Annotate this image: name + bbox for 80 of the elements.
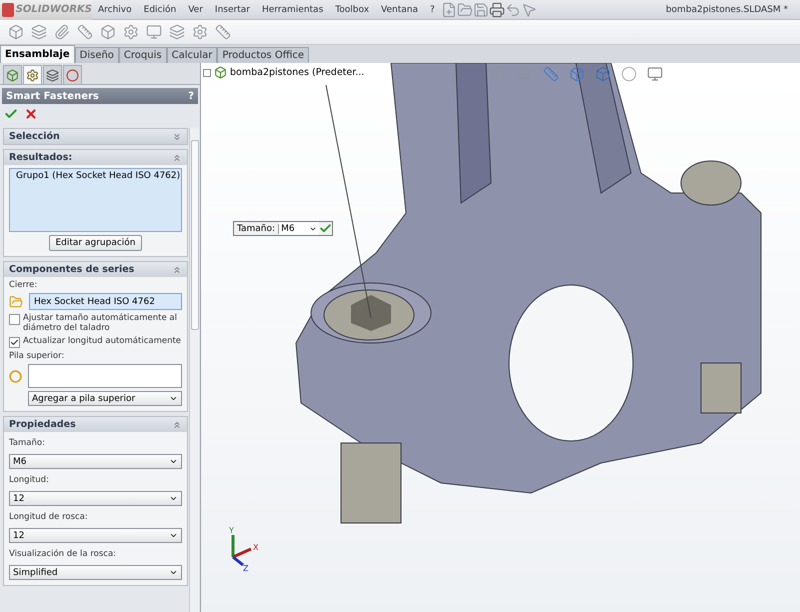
paperclip-icon[interactable]	[54, 24, 70, 40]
results-list[interactable]: Grupo1 (Hex Socket Head ISO 4762)	[9, 168, 182, 232]
checkbox-label: Ajustar tamaño automáticamente al diámetro del taladro	[23, 313, 178, 333]
menu-item[interactable]: Edición	[138, 4, 182, 14]
expand-icon[interactable]	[172, 132, 182, 142]
property-dropdown[interactable]: Simplified	[9, 565, 182, 580]
tree-expander[interactable]	[203, 68, 211, 76]
printer-icon[interactable]	[488, 2, 505, 18]
section-title: Propiedades	[9, 419, 76, 430]
property-label: Tamaño:	[9, 438, 46, 448]
folder-icon[interactable]	[456, 2, 473, 18]
menu-item[interactable]: Ver	[182, 4, 209, 14]
undo-icon[interactable]	[504, 2, 521, 18]
component-icon[interactable]	[8, 24, 24, 40]
scrollbar[interactable]	[189, 128, 199, 612]
command-tab[interactable]: Calcular	[166, 47, 218, 63]
view-cube-icon[interactable]	[569, 66, 585, 82]
stack-field[interactable]	[28, 364, 182, 388]
property-dropdown[interactable]: 12	[9, 491, 182, 506]
menu-item[interactable]: Archivo	[92, 4, 138, 14]
save-icon[interactable]	[472, 2, 489, 18]
panel-tab[interactable]	[43, 65, 62, 84]
command-tab[interactable]: Croquis	[118, 47, 167, 63]
callout-dropdown[interactable]: M6	[279, 222, 320, 235]
results-list-item[interactable]: Grupo1 (Hex Socket Head ISO 4762)	[16, 171, 180, 181]
document-title: bomba2pistones.SLDASM *	[666, 4, 788, 14]
section-title: Componentes de series	[9, 264, 134, 275]
dropdown-caret-icon	[169, 531, 178, 540]
collapse-icon[interactable]	[172, 420, 182, 430]
logo: SOLIDWORKS	[0, 0, 92, 20]
menu-item[interactable]: Ventana	[375, 4, 424, 14]
property-label: Longitud:	[9, 475, 50, 485]
panel-title: Smart Fasteners	[6, 90, 99, 102]
property-label: Visualización de la rosca:	[9, 549, 118, 559]
ok-icon[interactable]	[4, 107, 18, 121]
cancel-icon[interactable]	[24, 107, 38, 121]
screen-icon[interactable]	[146, 24, 162, 40]
layers-icon[interactable]	[169, 24, 185, 40]
dropdown-caret-icon	[169, 457, 178, 466]
pointer-icon[interactable]	[520, 2, 537, 18]
checkbox[interactable]	[9, 337, 20, 348]
axis-triad-drawing: Y X Z	[223, 525, 263, 571]
ring-icon	[9, 370, 22, 382]
new-document-icon[interactable]	[440, 2, 457, 18]
menu-item[interactable]: Herramientas	[256, 4, 330, 14]
command-tab[interactable]: Productos Office	[217, 47, 310, 63]
dropdown-caret-icon	[169, 568, 178, 577]
help-button[interactable]: ?	[188, 90, 194, 102]
menu-item[interactable]: ?	[424, 4, 441, 14]
property-dropdown[interactable]: M6	[9, 454, 182, 469]
panel-tab[interactable]	[3, 65, 22, 84]
command-tab[interactable]: Ensamblaje	[0, 45, 75, 63]
confirm-icon[interactable]	[319, 222, 332, 235]
command-tab[interactable]: Diseño	[74, 47, 119, 63]
folder-icon	[9, 294, 23, 308]
dropdown-caret-icon	[169, 494, 178, 503]
collapse-icon[interactable]	[172, 152, 182, 162]
measure-icon[interactable]	[215, 24, 231, 40]
edit-group-button[interactable]: Editar agrupación	[49, 235, 142, 251]
panel-tab[interactable]	[23, 65, 42, 84]
monitor-icon[interactable]	[647, 66, 663, 82]
panel-tab[interactable]	[63, 65, 82, 84]
menu-item[interactable]: Toolbox	[329, 4, 376, 14]
section-title: Resultados:	[9, 152, 72, 163]
property-label: Longitud de rosca:	[9, 512, 89, 522]
section-title: Selección	[9, 131, 60, 142]
fastener-label: Cierre:	[9, 280, 38, 290]
tree-root-label[interactable]: bomba2pistones (Predeter...	[230, 67, 364, 78]
dropdown-caret-icon	[169, 394, 178, 403]
stack-label: Pila superior:	[9, 351, 66, 361]
collapse-icon[interactable]	[172, 264, 182, 274]
property-dropdown[interactable]: 12	[9, 528, 182, 543]
checkbox-label: Actualizar longitud automáticamente	[23, 336, 182, 346]
gear-icon[interactable]	[123, 24, 139, 40]
checkbox[interactable]	[9, 314, 20, 325]
sphere-icon[interactable]	[621, 66, 637, 82]
menu-item[interactable]: Insertar	[208, 4, 256, 14]
stack-dropdown[interactable]: Agregar a pila superior	[28, 391, 182, 406]
ruler-icon[interactable]	[77, 24, 93, 40]
fastener-field[interactable]: Hex Socket Head ISO 4762	[29, 293, 182, 310]
